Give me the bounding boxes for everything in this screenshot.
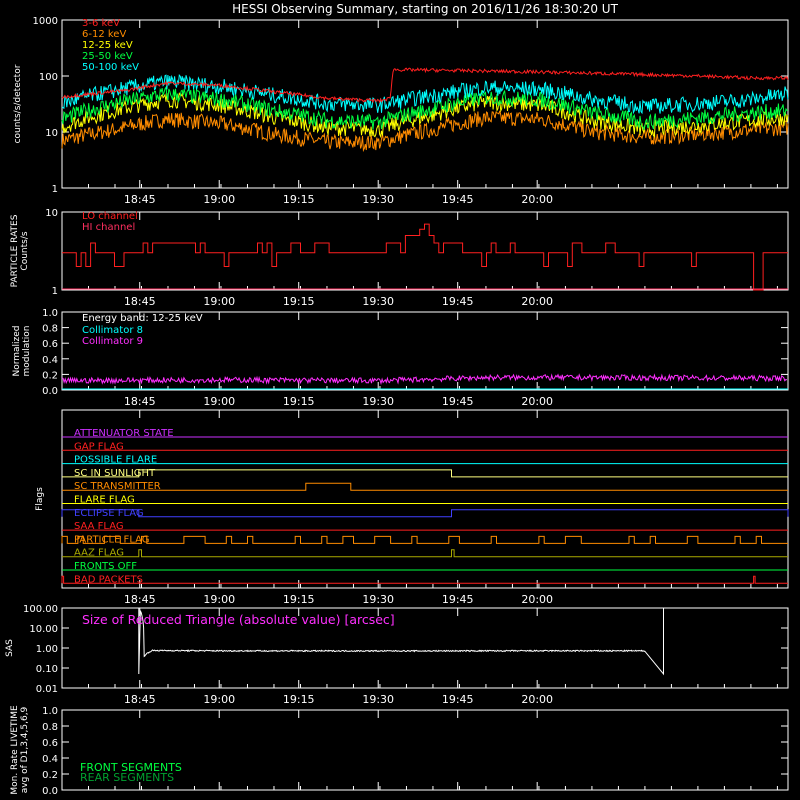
x-tick-label: 18:45	[124, 395, 156, 408]
y-tick-label: 0.8	[42, 324, 58, 335]
y-axis-label: Mon. Rate LIVETIME	[10, 705, 20, 795]
flag-line-bad-packets	[61, 575, 788, 584]
legend-entry: LO channel	[82, 211, 138, 222]
x-tick-label: 19:45	[442, 295, 474, 308]
x-tick-label: 19:15	[283, 593, 315, 606]
legend-entry: 3-6 keV	[82, 18, 120, 29]
hessi-summary-chart: HESSI Observing Summary, starting on 201…	[5, 2, 789, 797]
y-axis-label: Counts/s	[20, 231, 30, 270]
x-tick-label: 19:00	[203, 295, 235, 308]
y-tick-label: 0.8	[42, 722, 58, 733]
legend-entry: 6-12 keV	[82, 29, 126, 40]
x-tick-label: 18:45	[124, 193, 156, 206]
x-tick-label: 19:15	[283, 395, 315, 408]
x-tick-label: 18:45	[124, 593, 156, 606]
series-line-lo-channel	[62, 223, 788, 291]
y-axis-label: modulation	[22, 326, 32, 377]
legend-entry: 12-25 keV	[82, 40, 133, 51]
y-axis-label: PARTICLE RATES	[10, 214, 20, 287]
energy-band-annotation: Energy band: 12-25 keV	[82, 313, 203, 324]
x-tick-label: 19:00	[203, 395, 235, 408]
y-tick-label: 100	[39, 72, 58, 83]
x-tick-label: 19:45	[442, 593, 474, 606]
y-tick-label: 0.6	[42, 339, 58, 350]
y-tick-label: 10.00	[29, 624, 58, 635]
x-tick-label: 20:00	[521, 395, 553, 408]
y-tick-label: 0.10	[36, 664, 58, 675]
y-tick-label: 1.00	[36, 644, 58, 655]
y-tick-label: 0.2	[42, 770, 58, 781]
x-tick-label: 19:45	[442, 395, 474, 408]
x-tick-label: 20:00	[521, 593, 553, 606]
x-tick-label: 19:00	[203, 593, 235, 606]
x-tick-label: 19:00	[203, 193, 235, 206]
legend-entry: Collimator 9	[82, 336, 143, 347]
y-axis-label: Normalized	[12, 325, 22, 376]
y-tick-label: 10	[45, 208, 58, 219]
legend-entry: 25-50 keV	[82, 51, 133, 62]
x-tick-label: 19:00	[203, 693, 235, 706]
y-axis-label: Flags	[35, 487, 45, 511]
y-tick-label: 0.2	[42, 370, 58, 381]
y-axis-label: avg of D1,3,4,5,6,9	[20, 706, 30, 793]
flag-line-sc-transmitter	[62, 482, 788, 491]
y-tick-label: 0.01	[36, 684, 58, 695]
x-tick-label: 20:00	[521, 193, 553, 206]
y-tick-label: 1	[52, 286, 58, 297]
x-tick-label: 18:45	[124, 295, 156, 308]
x-tick-label: 20:00	[521, 693, 553, 706]
flag-line-aaz-flag	[62, 549, 788, 558]
x-tick-label: 19:15	[283, 693, 315, 706]
sas-annotation: Size of Reduced Triangle (absolute value…	[82, 612, 395, 627]
x-tick-label: 19:30	[362, 593, 394, 606]
y-tick-label: 100.00	[23, 604, 58, 615]
legend-entry: REAR SEGMENTS	[80, 771, 174, 784]
y-tick-label: 1	[52, 184, 58, 195]
flag-line-sc-in-sunlight	[62, 469, 788, 478]
series-line-collimator-9	[61, 373, 788, 386]
x-tick-label: 19:45	[442, 693, 474, 706]
y-tick-label: 1.0	[42, 308, 58, 319]
y-tick-label: 1000	[33, 16, 58, 27]
x-tick-label: 18:45	[124, 693, 156, 706]
y-tick-label: 0.0	[42, 386, 58, 397]
x-tick-label: 19:15	[283, 193, 315, 206]
y-tick-label: 0.4	[42, 754, 58, 765]
y-tick-label: 0.6	[42, 738, 58, 749]
y-axis-label: SAS	[5, 639, 15, 657]
x-tick-label: 19:30	[362, 295, 394, 308]
x-tick-label: 19:45	[442, 193, 474, 206]
x-tick-label: 19:30	[362, 395, 394, 408]
flag-line-particle-flag	[61, 535, 788, 544]
chart-title: HESSI Observing Summary, starting on 201…	[232, 2, 618, 16]
y-tick-label: 1.0	[42, 706, 58, 717]
legend-entry: 50-100 keV	[82, 62, 139, 73]
x-tick-label: 19:30	[362, 693, 394, 706]
flag-line-eclipse-flag	[61, 509, 789, 518]
y-tick-label: 0.4	[42, 355, 58, 366]
x-tick-label: 19:15	[283, 295, 315, 308]
x-tick-label: 19:30	[362, 193, 394, 206]
y-axis-label: counts/s/detector	[13, 64, 23, 143]
y-tick-label: 0.0	[42, 786, 58, 797]
x-tick-label: 20:00	[521, 295, 553, 308]
legend-entry: Collimator 8	[82, 325, 143, 336]
y-tick-label: 10	[45, 128, 58, 139]
legend-entry: HI channel	[82, 222, 135, 233]
